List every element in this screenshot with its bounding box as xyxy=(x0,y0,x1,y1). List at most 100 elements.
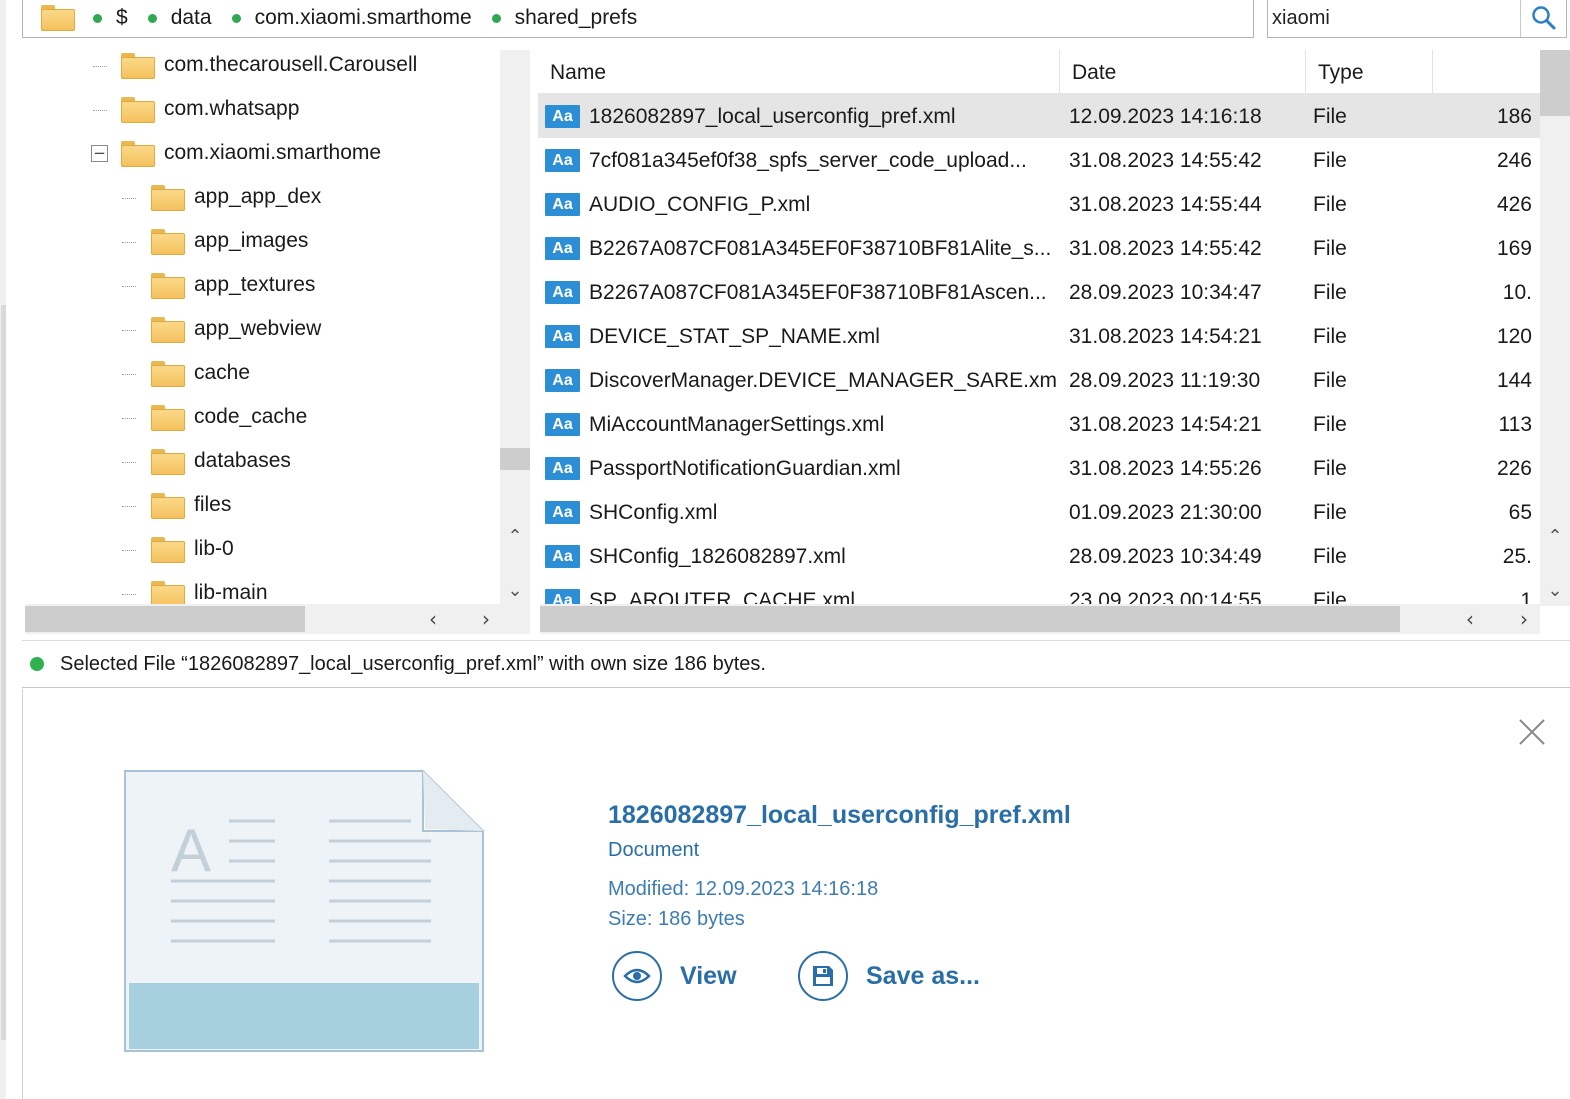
file-name: MiAccountManagerSettings.xml xyxy=(589,413,885,436)
file-type: File xyxy=(1313,237,1347,260)
status-bar: Selected File “1826082897_local_userconf… xyxy=(22,640,1570,688)
tree-vertical-scrollbar[interactable]: ⌃ ⌄ xyxy=(500,50,530,605)
folder-icon xyxy=(151,361,185,387)
file-row[interactable]: Aa 7cf081a345ef0f38_spfs_server_code_uplo… xyxy=(538,138,1540,182)
file-size: 113 xyxy=(1498,413,1532,436)
file-name: 7cf081a345ef0f38_spfs_server_code_upload… xyxy=(589,149,1027,172)
scrollbar-thumb[interactable] xyxy=(1540,50,1570,116)
file-type: File xyxy=(1313,281,1347,304)
file-date: 28.09.2023 11:19:30 xyxy=(1069,369,1261,392)
file-row[interactable]: Aa PassportNotificationGuardian.xml 31.08.… xyxy=(538,446,1540,490)
file-size: 65 xyxy=(1508,501,1532,524)
file-size: 226 xyxy=(1496,457,1532,480)
file-size: 120 xyxy=(1496,325,1532,348)
folder-icon xyxy=(151,537,185,563)
breadcrumb-item[interactable]: com.xiaomi.smarthome xyxy=(231,6,472,30)
left-edge-scrollbar[interactable] xyxy=(0,0,6,1099)
scroll-left-icon[interactable]: ‹ xyxy=(418,604,448,634)
folder-icon xyxy=(151,493,185,519)
breadcrumb-item[interactable]: shared_prefs xyxy=(491,6,637,30)
scroll-down-icon[interactable]: ⌄ xyxy=(500,578,530,602)
file-row[interactable]: Aa DEVICE_STAT_SP_NAME.xml 31.08.2023 14:5… xyxy=(538,314,1540,358)
list-vertical-scrollbar[interactable]: ⌃ ⌄ xyxy=(1540,50,1570,606)
folder-icon xyxy=(121,53,155,79)
tree-horizontal-scrollbar[interactable]: ‹ › xyxy=(25,604,530,634)
file-type: File xyxy=(1313,325,1347,348)
file-size: 10. xyxy=(1502,281,1532,304)
collapse-toggle[interactable]: − xyxy=(91,145,108,162)
floppy-disk-icon xyxy=(798,951,848,1001)
file-date: 28.09.2023 10:34:49 xyxy=(1069,545,1262,568)
xml-file-icon: Aa xyxy=(545,149,580,172)
xml-file-icon: Aa xyxy=(545,281,580,304)
search-icon xyxy=(1531,6,1555,30)
xml-file-icon: Aa xyxy=(545,501,580,524)
preview-modified: Modified: 12.09.2023 14:16:18 xyxy=(608,878,879,900)
app-window: $ data com.xiaomi.smarthome shared_prefs… xyxy=(0,0,1570,1099)
column-header-date[interactable]: Date xyxy=(1060,50,1306,94)
file-type: File xyxy=(1313,501,1347,524)
root-folder-button[interactable] xyxy=(23,0,93,37)
view-button[interactable]: View xyxy=(612,951,737,1001)
scroll-left-icon[interactable]: ‹ xyxy=(1455,604,1485,634)
preview-size: Size: 186 bytes xyxy=(608,908,745,930)
folder-icon xyxy=(151,449,185,475)
eye-icon xyxy=(612,951,662,1001)
file-type: File xyxy=(1313,545,1347,568)
scrollbar-thumb[interactable] xyxy=(500,448,530,470)
save-as-button[interactable]: Save as... xyxy=(798,951,980,1001)
file-row[interactable]: Aa 1826082897_local_userconfig_pref.xml 12… xyxy=(538,94,1540,138)
file-size: 186 xyxy=(1496,105,1532,128)
breadcrumb-dot-icon xyxy=(93,13,102,23)
file-row[interactable]: Aa B2267A087CF081A345EF0F38710BF81Ascen..… xyxy=(538,270,1540,314)
scroll-right-icon[interactable]: › xyxy=(1509,604,1539,634)
file-row[interactable]: Aa SHConfig_1826082897.xml 28.09.2023 10:3… xyxy=(538,534,1540,578)
file-row[interactable]: Aa MiAccountManagerSettings.xml 31.08.2023… xyxy=(538,402,1540,446)
file-row[interactable]: Aa B2267A087CF081A345EF0F38710BF81Alite_s… xyxy=(538,226,1540,270)
file-date: 31.08.2023 14:55:26 xyxy=(1069,457,1262,480)
view-button-label: View xyxy=(680,961,737,990)
scroll-down-icon[interactable]: ⌄ xyxy=(1540,578,1570,602)
breadcrumb-item[interactable]: $ xyxy=(93,6,128,30)
folder-tree: com.thecarousell.Carousell com.whatsapp … xyxy=(25,44,530,634)
scrollbar-thumb[interactable] xyxy=(25,606,305,632)
file-row[interactable]: Aa DiscoverManager.DEVICE_MANAGER_SARE.xm… xyxy=(538,358,1540,402)
breadcrumb-item[interactable]: data xyxy=(147,6,212,30)
folder-icon xyxy=(151,229,185,255)
list-horizontal-scrollbar[interactable]: ‹ › xyxy=(540,604,1540,634)
xml-file-icon: Aa xyxy=(545,545,580,568)
column-header-name[interactable]: Name xyxy=(538,50,1060,94)
file-name: B2267A087CF081A345EF0F38710BF81Ascen... xyxy=(589,281,1047,304)
column-header-type[interactable]: Type xyxy=(1306,50,1433,94)
xml-file-icon: Aa xyxy=(545,457,580,480)
column-header-size[interactable] xyxy=(1433,50,1540,94)
search-input[interactable] xyxy=(1268,0,1522,37)
search-button[interactable] xyxy=(1520,0,1566,37)
scroll-right-icon[interactable]: › xyxy=(471,604,501,634)
xml-file-icon: Aa xyxy=(545,369,580,392)
breadcrumb-dot-icon xyxy=(231,13,241,23)
close-preview-button[interactable] xyxy=(1516,716,1548,748)
scroll-up-icon[interactable]: ⌃ xyxy=(1540,524,1570,548)
breadcrumb-dot-icon xyxy=(491,13,501,23)
path-bar: $ data com.xiaomi.smarthome shared_prefs xyxy=(22,0,1254,38)
file-list: Name Date Type Aa 1826082897_local_userco… xyxy=(538,50,1540,606)
file-date: 31.08.2023 14:55:42 xyxy=(1069,237,1262,260)
scrollbar-thumb[interactable] xyxy=(1,305,6,1040)
file-row[interactable]: Aa SP_AROUTER_CACHE.xml 23.09.2023 00:14:5… xyxy=(538,578,1540,606)
file-name: SHConfig_1826082897.xml xyxy=(589,545,846,568)
preview-panel: A 1826082897_local_userconfig_pref.xml D… xyxy=(22,689,1570,1099)
xml-file-icon: Aa xyxy=(545,193,580,216)
file-row[interactable]: Aa AUDIO_CONFIG_P.xml 31.08.2023 14:55:44 F… xyxy=(538,182,1540,226)
scroll-up-icon[interactable]: ⌃ xyxy=(500,524,530,548)
status-text: Selected File “1826082897_local_userconf… xyxy=(60,652,766,675)
scrollbar-thumb[interactable] xyxy=(540,606,1400,632)
file-date: 31.08.2023 14:54:21 xyxy=(1069,413,1262,436)
file-type: File xyxy=(1313,193,1347,216)
file-date: 12.09.2023 14:16:18 xyxy=(1069,105,1262,128)
xml-file-icon: Aa xyxy=(545,237,580,260)
list-header: Name Date Type xyxy=(538,50,1540,94)
file-row[interactable]: Aa SHConfig.xml 01.09.2023 21:30:00 File 65 xyxy=(538,490,1540,534)
file-date: 31.08.2023 14:55:44 xyxy=(1069,193,1262,216)
file-type: File xyxy=(1313,413,1347,436)
